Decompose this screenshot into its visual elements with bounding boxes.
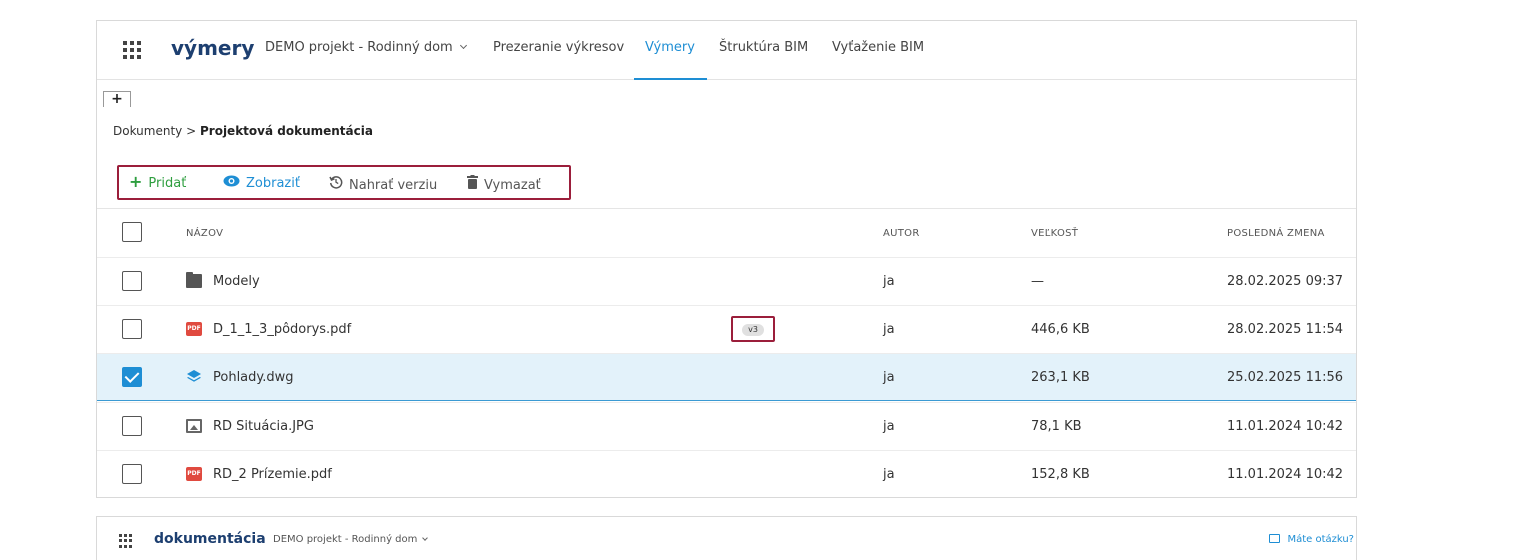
file-name[interactable]: Modely [213,274,260,289]
project-selector[interactable]: DEMO projekt - Rodinný dom [265,40,467,55]
add-tab-button[interactable]: + [103,91,131,107]
apps-grid-icon[interactable] [119,534,133,548]
eye-icon [223,175,240,191]
help-link-label: Máte otázku? [1287,534,1354,545]
top-navigation-bar: výmery DEMO projekt - Rodinný dom Prezer… [97,21,1356,80]
nav-tab-measurements[interactable]: Výmery [645,40,695,55]
project-selector-label: DEMO projekt - Rodinný dom [265,40,453,55]
layers-icon [186,370,202,384]
upload-version-button-label: Nahrať verziu [349,178,438,193]
history-icon [329,175,343,193]
add-button-label: Pridať [148,176,187,191]
pdf-icon: PDF [186,322,202,336]
version-badge-highlight: v3 [731,316,775,342]
app-logo: výmery [171,36,255,60]
column-header-modified[interactable]: POSLEDNÁ ZMENA [1227,228,1325,239]
file-name[interactable]: RD_2 Prízemie.pdf [213,467,332,482]
file-modified: 25.02.2025 11:56 [1227,370,1344,385]
breadcrumb-separator: > [186,124,197,138]
app-logo: dokumentácia [154,531,266,547]
table-row[interactable]: PDF D_1_1_3_pôdorys.pdf v3 ja 446,6 KB 2… [97,305,1356,353]
nav-tab-bim-utilization[interactable]: Vyťaženie BIM [832,40,924,55]
file-size: — [1031,274,1044,289]
view-button[interactable]: Zobraziť [223,175,300,191]
file-size: 78,1 KB [1031,419,1082,434]
table-row[interactable]: PDF RD_2 Prízemie.pdf ja 152,8 KB 11.01.… [97,450,1356,498]
row-checkbox[interactable] [122,319,142,339]
chat-icon [1269,534,1281,543]
chevron-down-icon [422,535,429,541]
breadcrumb-current: Projektová dokumentácia [199,124,373,138]
file-name[interactable]: D_1_1_3_pôdorys.pdf [213,322,351,337]
image-icon [186,419,202,433]
chevron-down-icon [459,41,467,50]
file-author: ja [883,467,895,482]
file-author: ja [883,370,895,385]
secondary-app-panel: dokumentácia DEMO projekt - Rodinný dom … [96,516,1357,560]
table-row[interactable]: Modely ja — 28.02.2025 09:37 [97,257,1356,305]
file-name[interactable]: RD Situácia.JPG [213,419,314,434]
plus-icon: + [129,172,143,191]
project-selector[interactable]: DEMO projekt - Rodinný dom [273,534,429,545]
breadcrumb-root[interactable]: Dokumenty [113,124,182,138]
folder-icon [186,272,202,288]
nav-tab-bim-structure[interactable]: Štruktúra BIM [719,40,808,55]
pdf-icon: PDF [186,467,202,481]
file-author: ja [883,322,895,337]
table-top-divider [97,208,1356,209]
row-checkbox[interactable] [122,416,142,436]
apps-grid-icon[interactable] [123,41,141,59]
project-selector-label: DEMO projekt - Rodinný dom [273,534,418,545]
file-actions-toolbar: + Pridať Zobraziť Nahrať verziu Vymazať [117,165,571,200]
active-tab-underline [634,78,707,80]
add-button[interactable]: + Pridať [129,172,187,192]
column-header-size[interactable]: VEĽKOSŤ [1031,228,1078,239]
file-modified: 28.02.2025 11:54 [1227,322,1344,337]
main-app-panel: výmery DEMO projekt - Rodinný dom Prezer… [96,20,1357,498]
table-row[interactable]: RD Situácia.JPG ja 78,1 KB 11.01.2024 10… [97,402,1356,450]
version-badge[interactable]: v3 [742,324,764,336]
delete-button-label: Vymazať [484,178,541,193]
table-row-selected[interactable]: Pohlady.dwg ja 263,1 KB 25.02.2025 11:56 [97,353,1356,401]
file-author: ja [883,274,895,289]
nav-tab-drawing-viewer[interactable]: Prezeranie výkresov [493,40,624,55]
file-size: 263,1 KB [1031,370,1090,385]
file-size: 446,6 KB [1031,322,1090,337]
file-author: ja [883,419,895,434]
upload-version-button[interactable]: Nahrať verziu [329,175,437,193]
breadcrumb: Dokumenty > Projektová dokumentácia [113,124,373,138]
row-checkbox-checked[interactable] [122,367,142,387]
column-header-name[interactable]: NÁZOV [186,228,223,239]
trash-icon [467,175,478,193]
file-size: 152,8 KB [1031,467,1090,482]
column-header-author[interactable]: AUTOR [883,228,920,239]
row-checkbox[interactable] [122,271,142,291]
file-modified: 11.01.2024 10:42 [1227,419,1344,434]
file-name[interactable]: Pohlady.dwg [213,370,294,385]
help-link[interactable]: Máte otázku? [1269,533,1354,545]
row-checkbox[interactable] [122,464,142,484]
view-button-label: Zobraziť [246,176,300,191]
select-all-checkbox[interactable] [122,222,142,242]
delete-button[interactable]: Vymazať [467,175,541,193]
file-modified: 11.01.2024 10:42 [1227,467,1344,482]
file-modified: 28.02.2025 09:37 [1227,274,1344,289]
